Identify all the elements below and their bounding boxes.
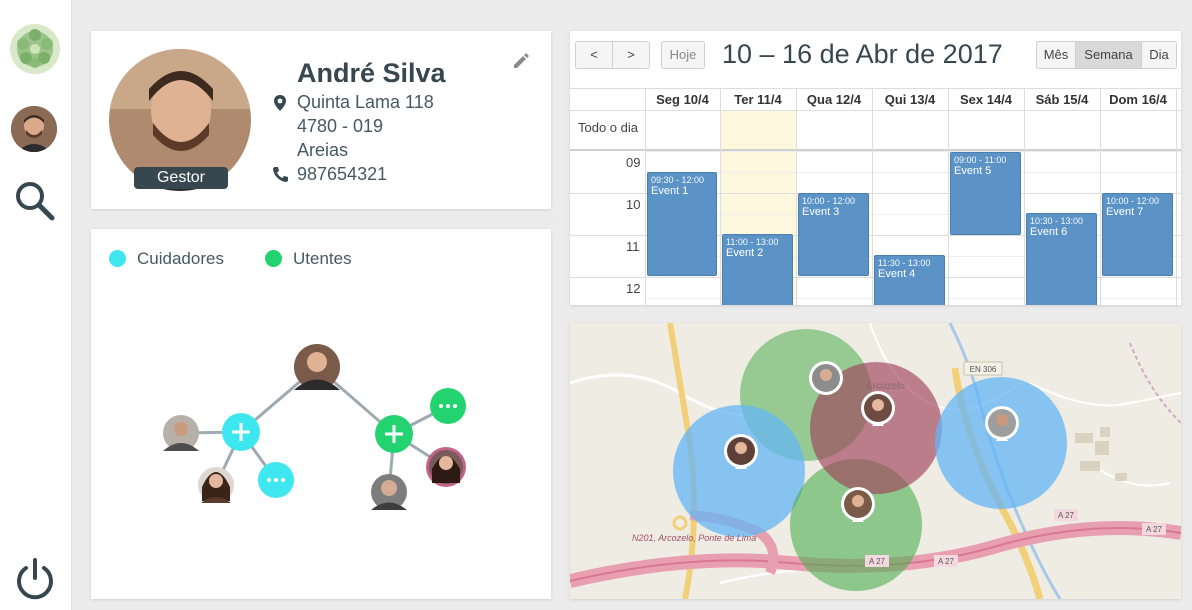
sidebar — [0, 0, 72, 610]
map-card[interactable]: EN 306 N201, Arcozelo, Ponte de Lima Arc… — [570, 323, 1181, 599]
network-node-manager[interactable] — [294, 344, 340, 390]
map-label-town: Arcozelo — [866, 381, 905, 392]
calendar-event[interactable]: 10:00 - 12:00 Event 7 — [1102, 193, 1173, 276]
hour-label-09: 09 — [626, 155, 641, 170]
event-title: Event 6 — [1030, 226, 1068, 238]
calendar-event[interactable]: 11:00 - 13:00 Event 2 — [722, 234, 793, 305]
event-time: 11:00 - 13:00 — [726, 237, 779, 247]
network-card: Cuidadores Utentes — [91, 229, 551, 599]
event-title: Event 5 — [954, 165, 992, 177]
edit-icon[interactable] — [511, 51, 531, 71]
location-pin-icon — [274, 95, 286, 111]
map-canvas[interactable]: EN 306 N201, Arcozelo, Ponte de Lima Arc… — [570, 323, 1181, 599]
calendar-next-button[interactable]: > — [612, 41, 650, 69]
event-title: Event 1 — [651, 185, 689, 197]
search-icon[interactable] — [12, 178, 58, 224]
day-header-mon: Seg 10/4 — [656, 92, 709, 107]
allday-label: Todo o dia — [578, 120, 638, 135]
phone-icon — [273, 167, 288, 182]
network-more-utentes-button[interactable] — [430, 388, 466, 424]
view-month-button[interactable]: Mês — [1036, 41, 1076, 69]
network-add-cuidador-button[interactable] — [222, 413, 260, 451]
map-pin-person[interactable] — [809, 361, 843, 395]
address-line-1: Quinta Lama 118 — [297, 92, 434, 112]
calendar-event[interactable]: 09:00 - 11:00 Event 5 — [950, 152, 1021, 235]
day-header-tue: Ter 11/4 — [734, 92, 782, 107]
hour-label-12: 12 — [626, 281, 641, 296]
user-avatar-image — [11, 106, 57, 152]
hour-label-11: 11 — [626, 239, 640, 254]
event-time: 10:00 - 12:00 — [1106, 196, 1160, 206]
calendar-event[interactable]: 09:30 - 12:00 Event 1 — [647, 172, 717, 276]
event-time: 10:00 - 12:00 — [802, 196, 856, 206]
event-time: 09:30 - 12:00 — [651, 175, 705, 185]
network-node-cuidador-1[interactable] — [163, 415, 199, 451]
day-header-thu: Qui 13/4 — [884, 92, 936, 107]
event-time: 11:30 - 13:00 — [878, 258, 931, 268]
view-day-button[interactable]: Dia — [1141, 41, 1177, 69]
calendar-today-button[interactable]: Hoje — [661, 41, 705, 69]
user-avatar[interactable] — [11, 106, 57, 152]
network-graph — [163, 344, 466, 510]
event-title: Event 3 — [802, 206, 840, 218]
network-node-cuidador-2[interactable] — [198, 467, 234, 503]
map-zone-blue-west[interactable] — [673, 405, 805, 537]
address-line-3: Areias — [297, 140, 349, 160]
app-logo-icon[interactable] — [8, 20, 62, 78]
map-label-a27-3: A 27 — [1058, 511, 1075, 520]
event-title: Event 4 — [878, 268, 916, 280]
calendar-title: 10 – 16 de Abr de 2017 — [722, 39, 1003, 69]
day-header-wed: Qua 12/4 — [806, 92, 862, 107]
role-badge: Gestor — [134, 167, 228, 189]
event-time: 09:00 - 11:00 — [954, 155, 1007, 165]
map-label-n201: N201, Arcozelo, Ponte de Lima — [632, 533, 756, 543]
calendar-card: < > Hoje 10 – 16 de Abr de 2017 Mês Sema… — [570, 31, 1181, 305]
network-node-utente-1[interactable] — [426, 447, 466, 487]
power-icon[interactable] — [12, 556, 58, 602]
day-header-fri: Sex 14/4 — [959, 92, 1013, 107]
calendar-event[interactable]: 10:00 - 12:00 Event 3 — [798, 193, 869, 276]
day-header-sat: Sáb 15/4 — [1035, 92, 1089, 107]
event-title: Event 2 — [726, 247, 764, 259]
day-header-sun: Dom 16/4 — [1109, 92, 1167, 107]
map-label-a27-2: A 27 — [938, 557, 955, 566]
calendar-event[interactable]: 11:30 - 13:00 Event 4 — [874, 255, 945, 305]
calendar-prev-button[interactable]: < — [575, 41, 613, 69]
map-label-en306: EN 306 — [970, 365, 997, 374]
network-more-cuidadores-button[interactable] — [258, 462, 294, 498]
event-title: Event 7 — [1106, 206, 1144, 218]
event-time: 10:30 - 13:00 — [1030, 216, 1084, 226]
calendar-event[interactable]: 10:30 - 13:00 Event 6 — [1026, 213, 1097, 305]
map-zone-blue-east[interactable] — [935, 377, 1067, 509]
network-add-utente-button[interactable] — [375, 415, 413, 453]
profile-card: Gestor André Silva Quinta Lama 118 4780 … — [91, 31, 551, 209]
map-label-a27-4: A 27 — [1146, 525, 1163, 534]
network-node-utente-2[interactable] — [371, 474, 407, 510]
profile-name: André Silva — [297, 58, 446, 88]
view-week-button[interactable]: Semana — [1075, 41, 1142, 69]
hour-label-10: 10 — [626, 197, 641, 212]
address-line-2: 4780 - 019 — [297, 116, 384, 136]
map-label-a27-1: A 27 — [869, 557, 886, 566]
phone-number: 987654321 — [297, 164, 388, 184]
